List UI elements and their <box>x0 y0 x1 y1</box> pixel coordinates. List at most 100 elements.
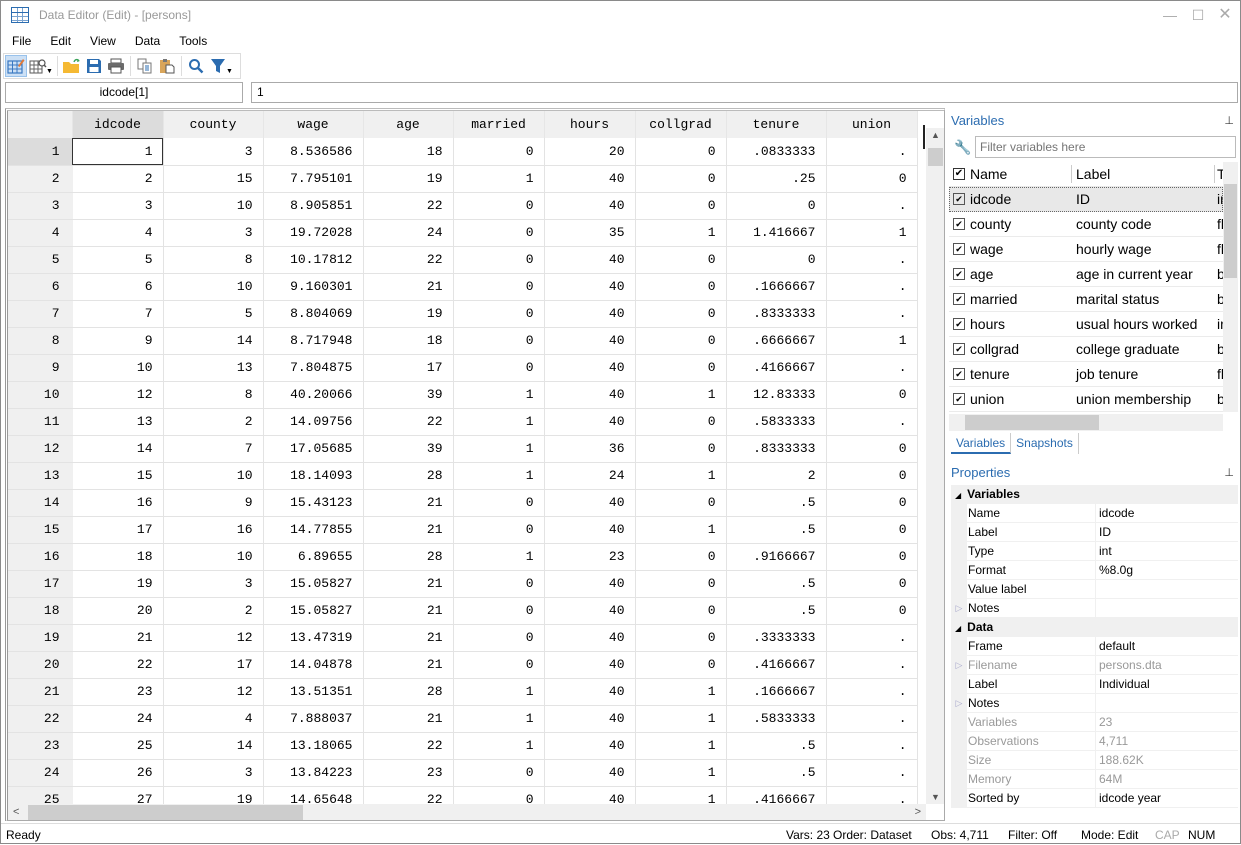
property-value[interactable]: persons.dta <box>1096 656 1238 674</box>
cell-hours[interactable]: 20 <box>544 138 636 166</box>
row-number[interactable]: 1 <box>8 138 73 166</box>
cell-age[interactable]: 24 <box>363 219 454 247</box>
cell-wage[interactable]: 13.51351 <box>263 678 364 706</box>
property-value[interactable]: 23 <box>1096 713 1238 731</box>
cell-married[interactable]: 0 <box>453 273 545 301</box>
cell-idcode[interactable]: 4 <box>72 219 164 247</box>
cell-idcode[interactable]: 22 <box>72 651 164 679</box>
cell-married[interactable]: 0 <box>453 327 545 355</box>
column-header-union[interactable]: union <box>826 111 918 138</box>
cell-married[interactable]: 1 <box>453 705 545 733</box>
cell-tenure[interactable]: .5 <box>726 489 827 517</box>
cell-idcode[interactable]: 15 <box>72 462 164 490</box>
variable-list-item[interactable]: ✔unionunion membershipbyte <box>949 387 1223 412</box>
property-value[interactable]: 188.62K <box>1096 751 1238 769</box>
row-number[interactable]: 21 <box>8 678 73 706</box>
cell-union[interactable]: . <box>826 651 918 679</box>
grid-vertical-scrollbar[interactable]: ▲ ▼ <box>926 128 944 804</box>
property-value[interactable]: idcode year <box>1096 789 1238 807</box>
header-label[interactable]: Label <box>1074 166 1214 182</box>
cell-county[interactable]: 3 <box>163 138 264 166</box>
cell-collgrad[interactable]: 0 <box>635 273 727 301</box>
cell-age[interactable]: 23 <box>363 759 454 787</box>
cell-tenure[interactable]: 0 <box>726 246 827 274</box>
cell-wage[interactable]: 14.04878 <box>263 651 364 679</box>
cell-tenure[interactable]: .8333333 <box>726 435 827 463</box>
column-separator[interactable] <box>1071 165 1072 183</box>
cell-wage[interactable]: 7.888037 <box>263 705 364 733</box>
row-number[interactable]: 16 <box>8 543 73 571</box>
wrench-icon[interactable]: 🔧 <box>954 139 971 156</box>
variable-visible-checkbox[interactable]: ✔ <box>953 293 965 305</box>
cell-age[interactable]: 21 <box>363 651 454 679</box>
cell-union[interactable]: 0 <box>826 462 918 490</box>
scroll-right-icon[interactable]: > <box>915 804 921 820</box>
scroll-thumb[interactable] <box>965 415 1099 430</box>
maximize-button[interactable]: ☐ <box>1184 5 1212 25</box>
cell-age[interactable]: 28 <box>363 543 454 571</box>
cell-union[interactable]: . <box>826 300 918 328</box>
corner-cell[interactable] <box>8 111 73 138</box>
variable-list-item[interactable]: ✔countycounty codefloat <box>949 212 1223 237</box>
collapse-icon[interactable]: ◢ <box>955 491 961 500</box>
cell-collgrad[interactable]: 0 <box>635 435 727 463</box>
cell-union[interactable]: 0 <box>826 597 918 625</box>
row-number[interactable]: 13 <box>8 462 73 490</box>
cell-county[interactable]: 10 <box>163 273 264 301</box>
cell-wage[interactable]: 8.717948 <box>263 327 364 355</box>
variables-horizontal-scrollbar[interactable] <box>949 414 1223 431</box>
cell-union[interactable]: . <box>826 273 918 301</box>
cell-union[interactable]: 1 <box>826 327 918 355</box>
cell-wage[interactable]: 15.05827 <box>263 570 364 598</box>
cell-wage[interactable]: 6.89655 <box>263 543 364 571</box>
cell-tenure[interactable]: .5833333 <box>726 705 827 733</box>
scroll-thumb[interactable] <box>1224 184 1237 278</box>
cell-union[interactable]: . <box>826 624 918 652</box>
close-button[interactable]: ✕ <box>1211 5 1239 25</box>
cell-union[interactable]: . <box>826 138 918 166</box>
cell-collgrad[interactable]: 0 <box>635 246 727 274</box>
row-number[interactable]: 15 <box>8 516 73 544</box>
row-number[interactable]: 2 <box>8 165 73 193</box>
cell-union[interactable]: . <box>826 354 918 382</box>
cell-collgrad[interactable]: 1 <box>635 705 727 733</box>
cell-hours[interactable]: 40 <box>544 246 636 274</box>
cell-wage[interactable]: 19.72028 <box>263 219 364 247</box>
menu-file[interactable]: File <box>1 31 39 51</box>
cell-idcode[interactable]: 18 <box>72 543 164 571</box>
properties-section-data[interactable]: ◢ Data <box>951 618 1238 637</box>
row-number[interactable]: 22 <box>8 705 73 733</box>
variable-visible-checkbox[interactable]: ✔ <box>953 243 965 255</box>
column-header-married[interactable]: married <box>453 111 545 138</box>
cell-married[interactable]: 1 <box>453 165 545 193</box>
cell-age[interactable]: 18 <box>363 327 454 355</box>
cell-wage[interactable]: 40.20066 <box>263 381 364 409</box>
variable-visible-checkbox[interactable]: ✔ <box>953 343 965 355</box>
property-row[interactable]: Type int <box>951 542 1238 561</box>
cell-hours[interactable]: 40 <box>544 678 636 706</box>
pin-icon[interactable]: ⊥ <box>1224 466 1234 479</box>
cell-idcode[interactable]: 3 <box>72 192 164 220</box>
expand-icon[interactable]: ▷ <box>951 599 967 617</box>
cell-idcode[interactable]: 25 <box>72 732 164 760</box>
column-header-idcode[interactable]: idcode <box>72 111 164 138</box>
cell-idcode[interactable]: 1 <box>72 138 164 166</box>
cell-age[interactable]: 21 <box>363 489 454 517</box>
cell-tenure[interactable]: .5 <box>726 570 827 598</box>
cell-married[interactable]: 1 <box>453 408 545 436</box>
cell-age[interactable]: 18 <box>363 138 454 166</box>
cell-wage[interactable]: 15.05827 <box>263 597 364 625</box>
cell-tenure[interactable]: .5 <box>726 597 827 625</box>
cell-idcode[interactable]: 9 <box>72 327 164 355</box>
cell-hours[interactable]: 40 <box>544 165 636 193</box>
cell-county[interactable]: 3 <box>163 219 264 247</box>
cell-hours[interactable]: 24 <box>544 462 636 490</box>
cell-wage[interactable]: 10.17812 <box>263 246 364 274</box>
header-name[interactable]: Name <box>970 166 1071 182</box>
cell-collgrad[interactable]: 1 <box>635 219 727 247</box>
expand-icon[interactable]: ▷ <box>951 656 967 674</box>
save-button[interactable] <box>83 55 105 77</box>
cell-county[interactable]: 4 <box>163 705 264 733</box>
cell-collgrad[interactable]: 1 <box>635 732 727 760</box>
row-number[interactable]: 14 <box>8 489 73 517</box>
